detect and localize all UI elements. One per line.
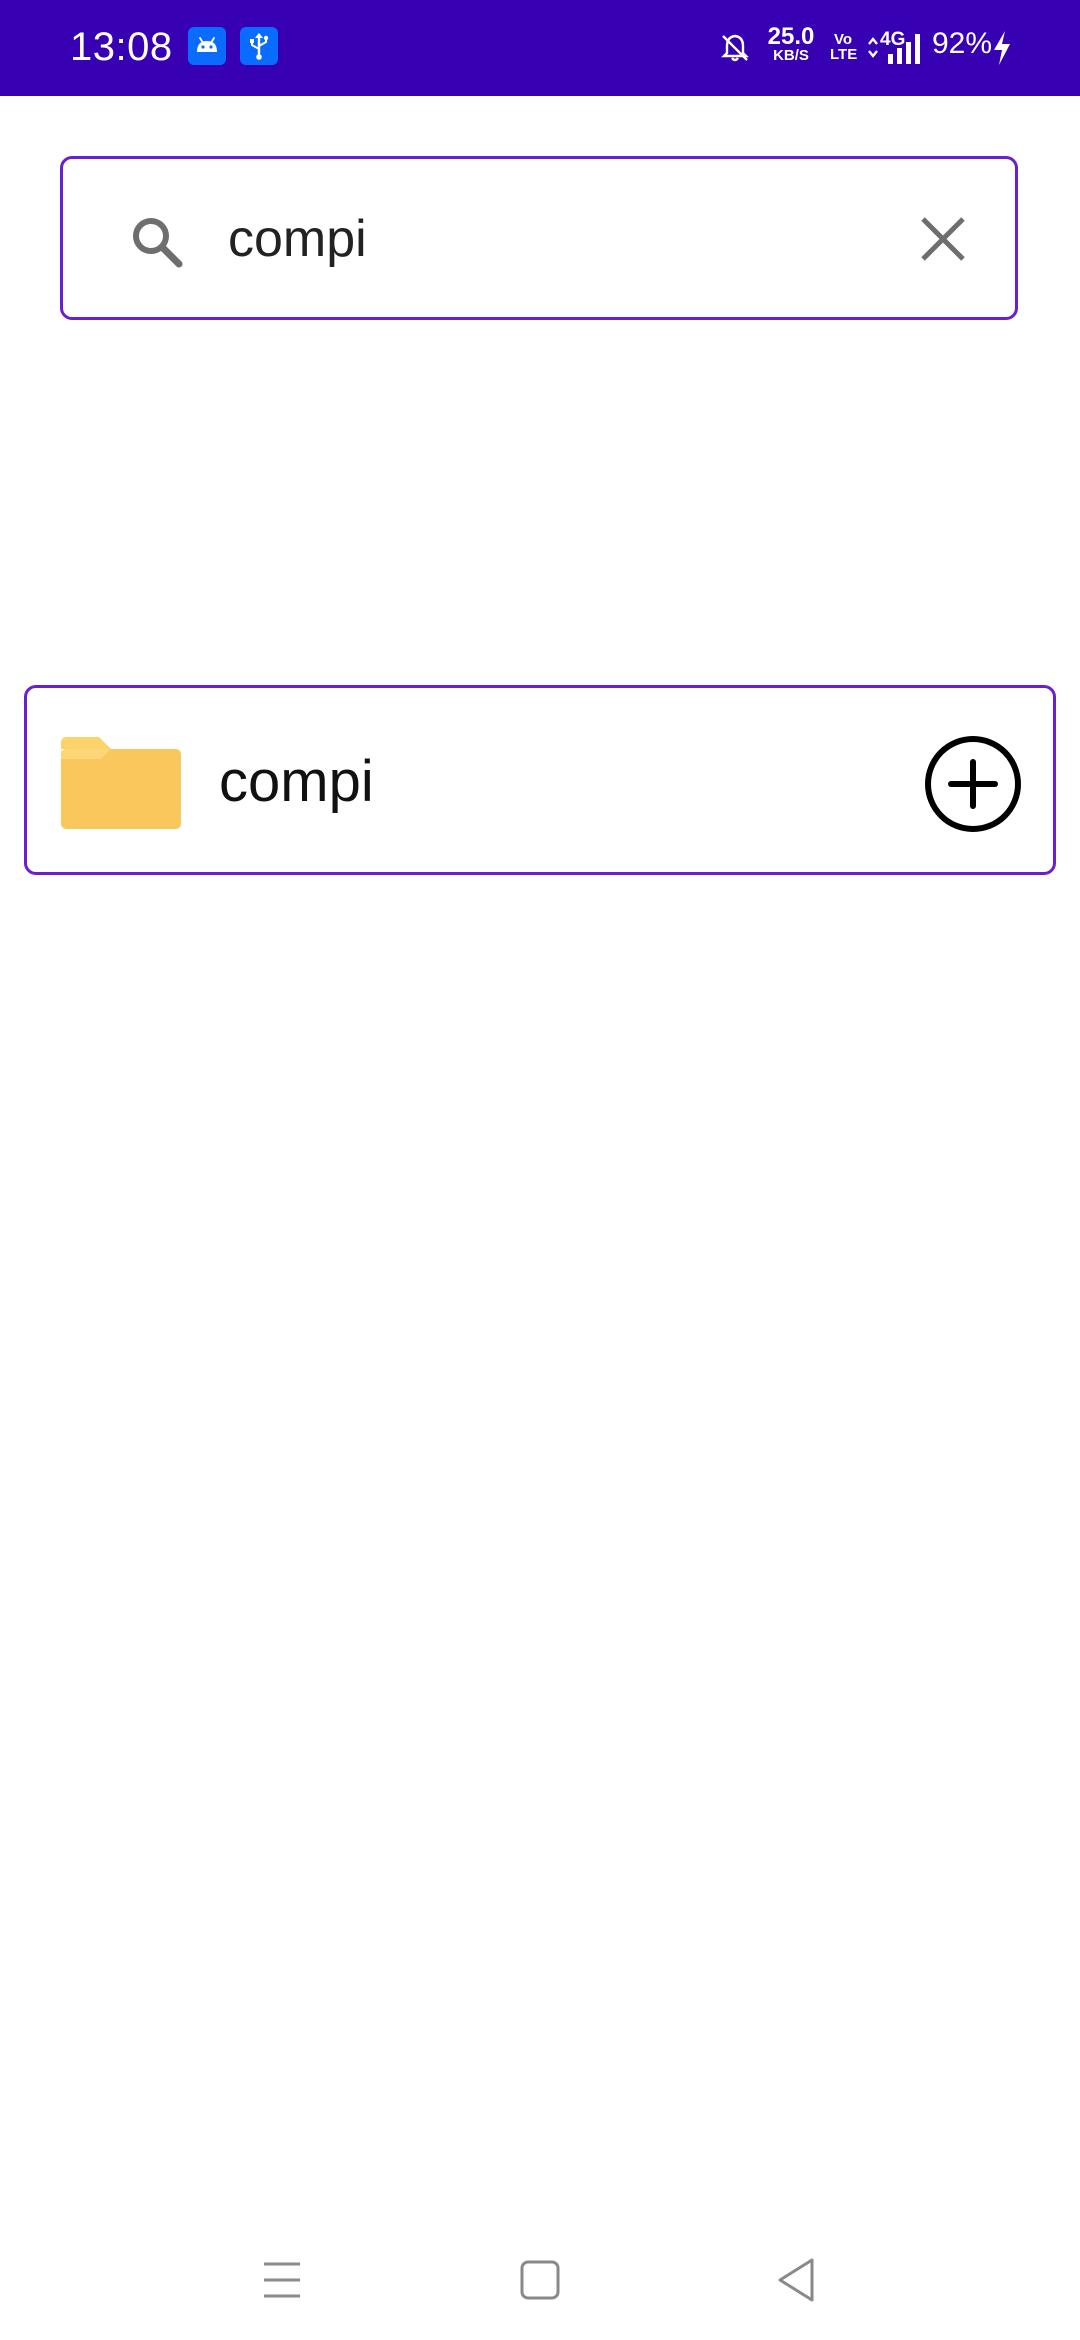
volte-top: Vo (833, 31, 853, 48)
signal-icon (888, 34, 920, 64)
battery-percent: 92% (932, 27, 993, 60)
bell-off-icon (721, 34, 749, 62)
search-field[interactable] (60, 156, 1018, 320)
search-input[interactable] (228, 189, 888, 289)
add-circle-icon[interactable] (923, 734, 1023, 834)
search-result-item[interactable]: compi (24, 685, 1056, 875)
charging-icon (994, 31, 1010, 65)
status-bar: 13:08 25.0 KB/S Vo LTE 4G 92% (0, 0, 1080, 96)
data-arrows-icon (868, 37, 878, 58)
navigation-bar (0, 2220, 1080, 2340)
result-label: compi (219, 749, 374, 814)
home-icon[interactable] (500, 2240, 580, 2320)
volte-bottom: LTE (830, 46, 858, 63)
search-icon (133, 218, 183, 268)
network-speed-unit: KB/S (773, 47, 809, 64)
network-speed: 25.0 KB/S (762, 25, 820, 64)
menu-icon[interactable] (242, 2240, 322, 2320)
network-speed-value: 25.0 (767, 23, 815, 50)
folder-icon (61, 737, 181, 829)
android-icon (188, 27, 226, 65)
back-icon[interactable] (756, 2240, 836, 2320)
close-icon[interactable] (913, 209, 973, 269)
usb-icon (240, 27, 278, 65)
status-time: 13:08 (70, 25, 173, 69)
volte-indicator: Vo LTE (830, 31, 858, 63)
